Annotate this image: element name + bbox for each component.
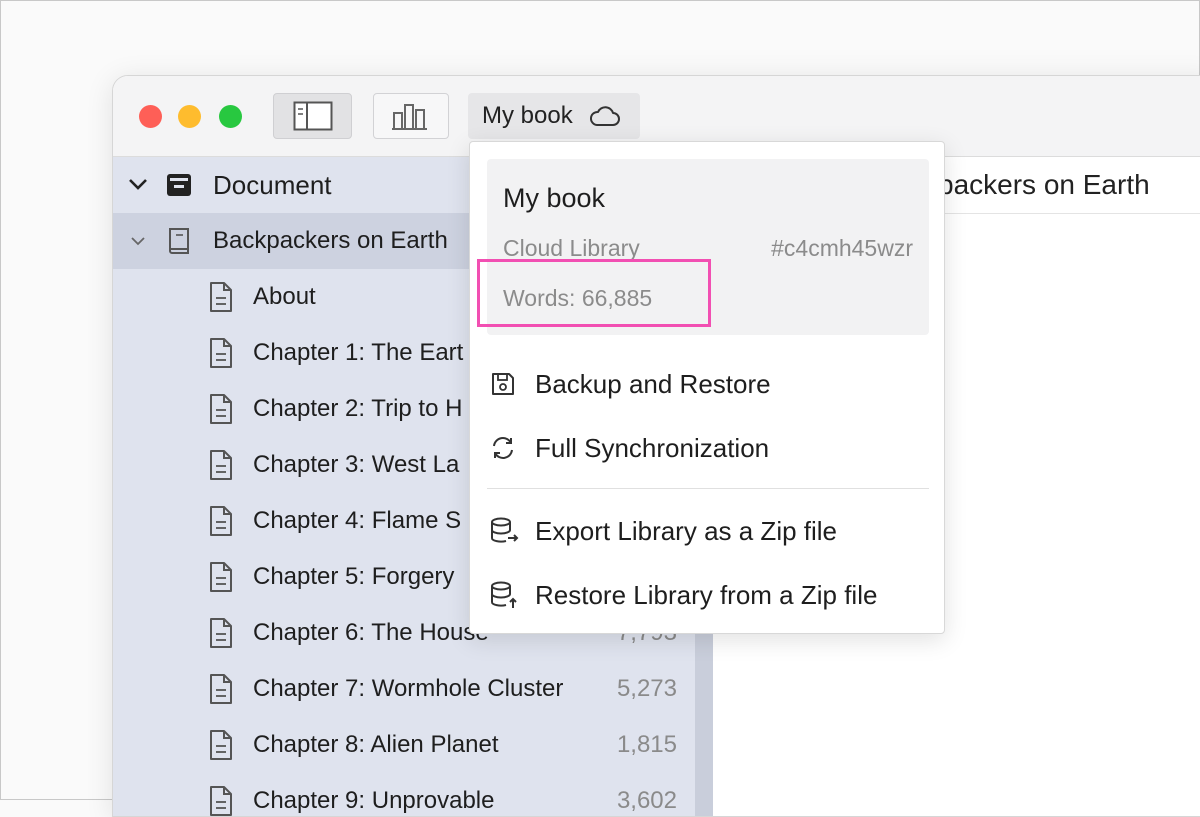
toggle-sidebar-button[interactable]	[273, 93, 352, 139]
minimize-window-button[interactable]	[178, 105, 201, 128]
tree-doc-word-count: 5,273	[616, 675, 677, 702]
document-icon	[210, 506, 232, 536]
document-icon	[210, 730, 232, 760]
library-id: #c4cmh45wzr	[771, 235, 913, 261]
document-icon	[210, 282, 232, 312]
tree-doc-label: Chapter 4: Flame S	[253, 507, 462, 534]
database-export-icon	[491, 517, 519, 543]
document-icon	[210, 394, 232, 424]
tree-doc-word-count: 1,815	[616, 731, 677, 758]
menu-item-restore-zip[interactable]: Restore Library from a Zip file	[487, 569, 929, 621]
tree-book-label: Backpackers on Earth	[213, 227, 448, 254]
close-window-button[interactable]	[139, 105, 162, 128]
library-type: Cloud Library	[503, 235, 640, 261]
tree-doc-label: Chapter 9: Unprovable	[253, 787, 495, 814]
backup-icon	[492, 373, 514, 395]
chevron-down-icon[interactable]	[128, 177, 148, 191]
sync-icon	[493, 437, 513, 459]
menu-separator	[487, 488, 929, 489]
document-icon	[210, 786, 232, 816]
tree-doc-label: Chapter 3: West La	[253, 451, 460, 478]
board-icon	[392, 104, 427, 130]
document-icon	[210, 338, 232, 368]
tree-doc-label: Chapter 2: Trip to H	[253, 395, 463, 422]
document-icon	[210, 562, 232, 592]
menu-item-backup-restore[interactable]: Backup and Restore	[487, 358, 929, 410]
library-name: My book	[503, 183, 606, 213]
tree-doc-label: Chapter 6: The House	[253, 619, 489, 646]
library-menu-button[interactable]: My book	[468, 93, 640, 139]
menu-item-export-zip[interactable]: Export Library as a Zip file	[487, 505, 929, 557]
tree-doc-item[interactable]: Chapter 8: Alien Planet 1,815	[113, 717, 695, 773]
menu-item-full-sync[interactable]: Full Synchronization	[487, 422, 929, 474]
library-menu-label: My book	[482, 102, 573, 129]
tree-doc-label: Chapter 5: Forgery	[253, 563, 455, 590]
book-icon	[169, 228, 189, 254]
menu-item-label: Backup and Restore	[535, 368, 771, 399]
tree-doc-item[interactable]: Chapter 7: Wormhole Cluster 5,273	[113, 661, 695, 717]
tree-doc-label: Chapter 1: The Eart	[253, 339, 464, 366]
menu-item-label: Restore Library from a Zip file	[535, 579, 878, 610]
chevron-down-icon[interactable]	[130, 235, 146, 247]
database-import-icon	[491, 581, 517, 608]
tree-doc-label: Chapter 7: Wormhole Cluster	[253, 675, 564, 702]
tree-doc-label: Chapter 8: Alien Planet	[253, 731, 499, 758]
cloud-icon	[589, 106, 620, 126]
tree-doc-item[interactable]: Chapter 9: Unprovable 3,602	[113, 773, 695, 816]
sidebar-toggle-icon	[293, 101, 332, 131]
document-icon	[210, 674, 232, 704]
tree-doc-word-count: 3,602	[616, 787, 677, 814]
tree-doc-label: About	[253, 283, 316, 310]
document-title: packers on Earth	[938, 169, 1150, 200]
tree-root-label: Document	[213, 169, 332, 200]
menu-item-label: Export Library as a Zip file	[535, 515, 838, 546]
board-view-button[interactable]	[373, 93, 449, 139]
document-icon	[210, 450, 232, 480]
menu-item-label: Full Synchronization	[535, 432, 770, 463]
document-icon	[210, 618, 232, 648]
zoom-window-button[interactable]	[219, 105, 242, 128]
archive-icon	[167, 174, 191, 196]
library-dropdown-menu: My book Cloud Library #c4cmh45wzr Words:…	[469, 141, 945, 634]
word-count-highlight-box	[477, 259, 711, 327]
